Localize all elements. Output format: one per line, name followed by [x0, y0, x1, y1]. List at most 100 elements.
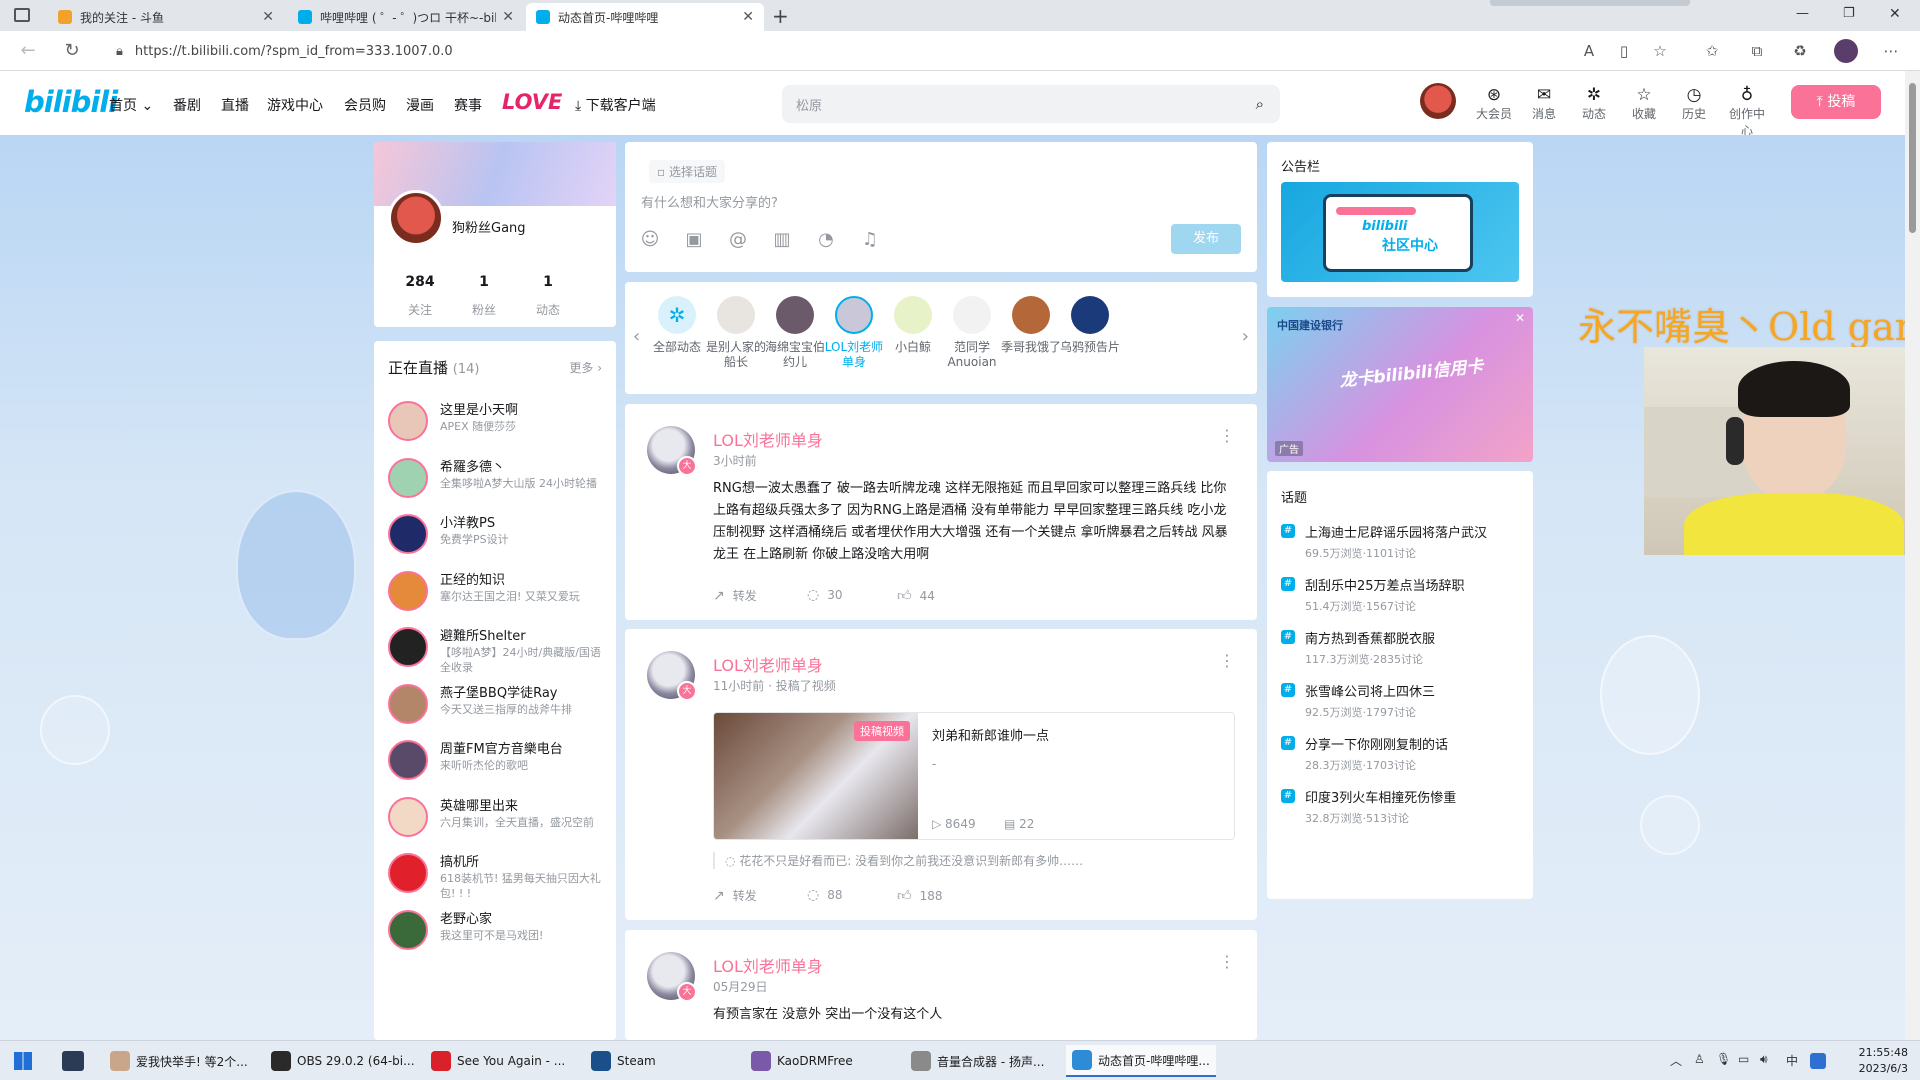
profile-avatar[interactable] — [388, 190, 444, 246]
tray-app-icon[interactable]: ♙ — [1694, 1052, 1705, 1066]
taskbar-app[interactable]: KaoDRMFree — [745, 1045, 859, 1077]
page-scrollbar[interactable] — [1905, 71, 1920, 1040]
live-list-item[interactable]: 搞机所 618装机节! 猛男每天抽只因大礼包! ! ! — [388, 849, 608, 905]
task-view-icon[interactable] — [62, 1051, 84, 1071]
notice-banner[interactable]: bilibili 社区中心 — [1281, 182, 1519, 282]
taskbar-app[interactable]: OBS 29.0.2 (64-bi... — [265, 1045, 421, 1077]
tab-actions-icon[interactable] — [14, 8, 30, 22]
chevron-right-icon[interactable]: › — [1242, 326, 1249, 347]
following-user-3[interactable]: LOL刘老师单身 — [824, 296, 884, 370]
add-favorite-icon[interactable]: ☆ — [1651, 42, 1669, 60]
following-user-6[interactable]: 季哥我饿了 — [1001, 296, 1061, 355]
browser-tab-2[interactable]: 哔哩哔哩 ( ゜- ゜)つロ 干杯~-bilibili ✕ — [288, 3, 524, 31]
upload-button[interactable]: ⤒ 投稿 — [1791, 85, 1881, 119]
post-avatar[interactable] — [647, 426, 697, 476]
bilibili-logo[interactable]: bilibili — [24, 85, 118, 119]
search-icon[interactable]: ⌕ — [1256, 95, 1264, 113]
tray-chevron-icon[interactable]: ︿ — [1670, 1052, 1682, 1069]
repost-button[interactable]: ↗ 转发 — [713, 587, 757, 604]
header-vip[interactable]: ⊛ 大会员 — [1474, 85, 1514, 122]
collections-icon[interactable]: ⧉ — [1748, 42, 1766, 60]
post-time[interactable]: 05月29日 — [713, 978, 768, 995]
post-time[interactable]: 3小时前 — [713, 452, 757, 469]
following-user-1[interactable]: 是别人家的船长 — [706, 296, 766, 370]
profile-avatar[interactable] — [1834, 39, 1858, 63]
more-options-icon[interactable]: ⋮ — [1219, 952, 1235, 971]
live-list-item[interactable]: 老野心家 我这里可不是马戏团! — [388, 906, 608, 962]
post-time[interactable]: 11小时前 · 投稿了视频 — [713, 677, 836, 694]
header-creator-center[interactable]: ♁ 创作中心 — [1724, 85, 1770, 139]
lottery-icon[interactable]: ♫ — [858, 229, 882, 253]
post-author[interactable]: LOL刘老师单身 — [713, 652, 823, 676]
vote-icon[interactable]: ▥ — [770, 229, 794, 253]
profile-name[interactable]: 狗粉丝Gang — [452, 217, 526, 236]
browser-tab-3[interactable]: 动态首页-哔哩哔哩 ✕ — [526, 3, 764, 31]
ime-indicator[interactable]: 中 — [1786, 1052, 1798, 1069]
browser-menu-icon[interactable]: ⋯ — [1882, 42, 1900, 60]
post-author[interactable]: LOL刘老师单身 — [713, 427, 823, 451]
following-user-0[interactable]: ✲ 全部动态 — [647, 296, 707, 355]
stat-followers[interactable]: 1 粉丝 — [454, 274, 514, 318]
header-messages[interactable]: ✉ 消息 — [1524, 85, 1564, 122]
volume-icon[interactable]: 🔊︎ — [1760, 1052, 1768, 1067]
taskbar-app[interactable]: 音量合成器 - 扬声... — [905, 1045, 1050, 1077]
taskbar-app[interactable]: 爱我快举手! 等2个... — [104, 1045, 254, 1077]
scrollbar-thumb[interactable] — [1909, 83, 1916, 233]
user-avatar[interactable] — [1420, 83, 1456, 119]
reader-view-icon[interactable]: ▯ — [1615, 42, 1633, 60]
refresh-icon[interactable]: ↻ — [60, 40, 84, 61]
tab-close-icon[interactable]: ✕ — [502, 9, 514, 25]
stat-posts[interactable]: 1 动态 — [518, 274, 578, 318]
extensions-icon[interactable]: ♻ — [1791, 42, 1809, 60]
live-list-item[interactable]: 周董FM官方音樂电台 来听听杰伦的歌吧 — [388, 736, 608, 792]
nav-game-center[interactable]: 游戏中心 — [267, 95, 323, 115]
image-icon[interactable]: ▣ — [682, 229, 706, 253]
like-button[interactable]: 👍︎ 44 — [897, 587, 935, 604]
header-favorites[interactable]: ☆ 收藏 — [1624, 85, 1664, 122]
post-avatar[interactable] — [647, 952, 697, 1002]
tab-close-icon[interactable]: ✕ — [262, 9, 274, 25]
more-options-icon[interactable]: ⋮ — [1219, 426, 1235, 445]
live-list-item[interactable]: 英雄哪里出来 六月集训，全天直播，盛况空前 — [388, 793, 608, 849]
favorites-icon[interactable]: ✩ — [1703, 42, 1721, 60]
stat-following[interactable]: 284 关注 — [390, 274, 450, 318]
read-aloud-icon[interactable]: A — [1580, 42, 1598, 60]
back-icon[interactable]: ← — [16, 40, 40, 61]
post-avatar[interactable] — [647, 651, 697, 701]
ad-banner[interactable]: 中国建设银行 龙卡bilibili信用卡 ✕ 广告 — [1267, 307, 1533, 462]
nav-download-client[interactable]: ⤓ 下载客户端 — [575, 95, 656, 115]
live-list-item[interactable]: 这里是小天啊 APEX 随便莎莎 — [388, 397, 608, 453]
following-user-5[interactable]: 范同学Anuoian — [942, 296, 1002, 370]
new-tab-button[interactable]: + — [772, 4, 789, 28]
nav-mall[interactable]: 会员购 — [344, 95, 386, 115]
topic-selector[interactable]: ▫ 选择话题 — [649, 160, 725, 183]
live-list-item[interactable]: 正经的知识 塞尔达王国之泪! 又菜又爱玩 — [388, 567, 608, 623]
search-input[interactable]: 松原 ⌕ — [782, 85, 1280, 123]
repost-button[interactable]: ↗ 转发 — [713, 887, 757, 904]
live-list-item[interactable]: 避難所Shelter 【哆啦A梦】24小时/典藏版/国语全收录 — [388, 623, 608, 679]
close-icon[interactable]: ✕ — [1515, 311, 1525, 325]
publish-button[interactable]: 发布 — [1171, 224, 1241, 254]
nav-home[interactable]: 首页 ⌄ — [109, 95, 153, 115]
video-card[interactable]: 投稿视频 刘弟和新郎谁帅一点 - ▷ 8649 ▤ 22 — [713, 712, 1235, 840]
schedule-icon[interactable]: ◔ — [814, 229, 838, 253]
windows-start-icon[interactable] — [14, 1052, 32, 1070]
minimize-icon[interactable]: — — [1796, 6, 1809, 21]
like-button[interactable]: 👍︎ 188 — [897, 887, 943, 904]
following-user-7[interactable]: 乌鸦预告片 — [1060, 296, 1120, 355]
top-comment[interactable]: ◌ 花花不只是好看而已: 没看到你之前我还没意识到新郎有多帅…… — [713, 852, 1083, 869]
following-user-4[interactable]: 小白鲸 — [883, 296, 943, 355]
close-window-icon[interactable]: ✕ — [1889, 6, 1901, 22]
tray-qq-icon[interactable] — [1810, 1053, 1826, 1069]
comment-button[interactable]: ◌ 30 — [807, 587, 843, 603]
network-icon[interactable]: ▭ — [1738, 1052, 1749, 1066]
header-dynamics[interactable]: ✲ 动态 — [1574, 85, 1614, 122]
taskbar-app[interactable]: Steam — [585, 1045, 662, 1077]
live-list-item[interactable]: 希羅多德丶 全集哆啦A梦大山版 24小时轮播 — [388, 454, 608, 510]
nav-live[interactable]: 直播 — [221, 95, 249, 115]
header-history[interactable]: ◷ 历史 — [1674, 85, 1714, 122]
url-field[interactable]: 🔒︎ https://t.bilibili.com/?spm_id_from=3… — [104, 37, 1554, 65]
taskbar-app[interactable]: See You Again - ... — [425, 1045, 571, 1077]
system-clock[interactable]: 21:55:48 2023/6/3 — [1859, 1045, 1908, 1077]
live-list-item[interactable]: 燕子堡BBQ学徒Ray 今天又送三指厚的战斧牛排 — [388, 680, 608, 736]
